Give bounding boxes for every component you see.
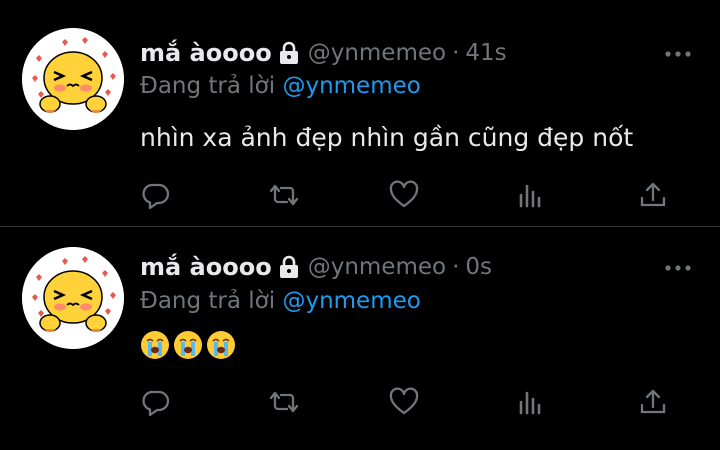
more-icon[interactable] [664, 259, 692, 271]
display-name[interactable]: mắ àoooo [140, 39, 272, 67]
share-button[interactable] [636, 178, 670, 212]
avatar[interactable] [22, 28, 124, 130]
separator-dot: · [452, 254, 460, 280]
share-icon [640, 182, 666, 207]
retweet-icon [269, 184, 299, 206]
display-name[interactable]: mắ àoooo [140, 253, 272, 281]
analytics-icon [519, 184, 541, 208]
tweet-header: mắ àoooo @ynmemeo · 0s [140, 250, 492, 284]
analytics-icon [519, 391, 541, 415]
replying-to: Đang trả lời @ynmemeo [140, 73, 421, 99]
reply-mention-link[interactable]: @ynmemeo [282, 288, 420, 314]
replying-to: Đang trả lời @ynmemeo [140, 288, 421, 314]
reply-prefix: Đang trả lời [140, 73, 276, 99]
retweet-icon [269, 391, 299, 413]
crying-face-emoji-icon [207, 331, 235, 359]
tweet-header: mắ àoooo @ynmemeo · 41s [140, 36, 507, 70]
reply-button[interactable] [138, 385, 172, 419]
tweet-text [140, 329, 239, 360]
share-button[interactable] [636, 385, 670, 419]
reply-icon [142, 183, 170, 210]
crying-face-emoji-icon [174, 331, 202, 359]
retweet-button[interactable] [267, 385, 301, 419]
like-button[interactable] [387, 385, 421, 419]
views-button[interactable] [513, 385, 547, 419]
retweet-button[interactable] [267, 178, 301, 212]
reply-icon [142, 390, 170, 417]
crying-face-emoji-icon [141, 331, 169, 359]
reply-prefix: Đang trả lời [140, 288, 276, 314]
heart-icon [389, 180, 419, 208]
lock-icon [278, 41, 300, 65]
tweet[interactable]: mắ àoooo @ynmemeo · 41s Đang trả lời @yn… [0, 0, 720, 227]
separator-dot: · [452, 40, 460, 66]
tweet-actions [138, 178, 678, 212]
lock-icon [278, 255, 300, 279]
views-button[interactable] [513, 178, 547, 212]
avatar-duck-icon [22, 247, 124, 349]
reply-mention-link[interactable]: @ynmemeo [282, 73, 420, 99]
tweet[interactable]: mắ àoooo @ynmemeo · 0s Đang trả lời @ynm… [0, 227, 720, 450]
heart-icon [389, 387, 419, 415]
handle[interactable]: @ynmemeo [308, 254, 446, 280]
like-button[interactable] [387, 178, 421, 212]
avatar[interactable] [22, 247, 124, 349]
more-icon[interactable] [664, 45, 692, 57]
reply-button[interactable] [138, 178, 172, 212]
share-icon [640, 389, 666, 414]
tweet-actions [138, 385, 678, 419]
tweet-text: nhìn xa ảnh đẹp nhìn gần cũng đẹp nốt [140, 123, 634, 152]
timestamp[interactable]: 41s [465, 40, 506, 66]
timestamp[interactable]: 0s [465, 254, 492, 280]
avatar-duck-icon [22, 28, 124, 130]
handle[interactable]: @ynmemeo [308, 40, 446, 66]
